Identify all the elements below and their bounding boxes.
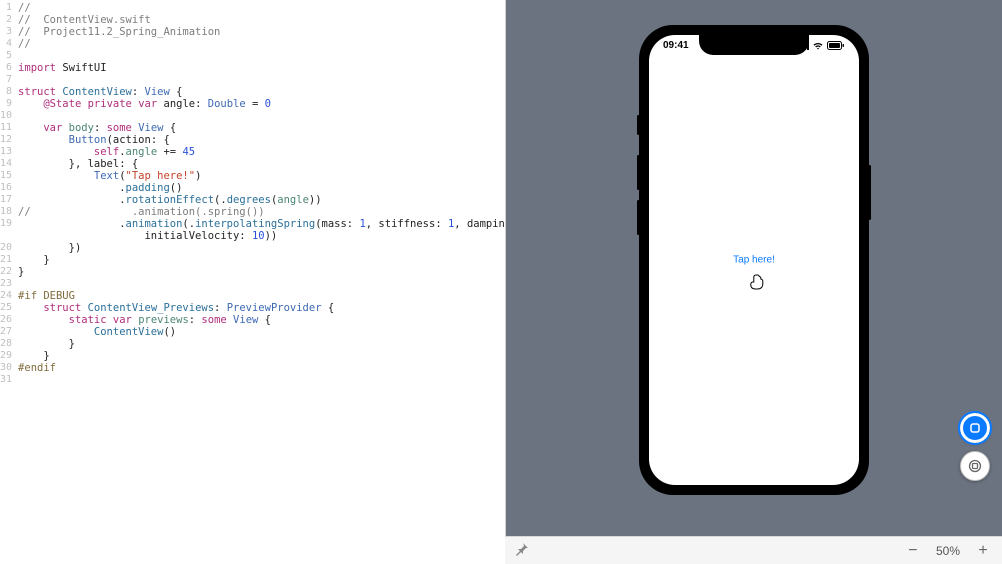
preview-canvas[interactable]: 09:41 Tap here! bbox=[506, 0, 1002, 536]
zoom-out-button[interactable]: − bbox=[904, 542, 922, 560]
line-number-gutter: 1234567891011121314151617181920212223242… bbox=[0, 2, 18, 564]
device-settings-button[interactable] bbox=[960, 451, 990, 481]
wifi-icon bbox=[812, 41, 824, 50]
device-screen: 09:41 Tap here! bbox=[649, 35, 859, 485]
tap-here-button[interactable]: Tap here! bbox=[733, 255, 775, 266]
zoom-in-button[interactable]: + bbox=[974, 542, 992, 560]
battery-icon bbox=[827, 41, 845, 50]
status-time: 09:41 bbox=[663, 40, 689, 51]
preview-pane: 09:41 Tap here! bbox=[505, 0, 1002, 564]
zoom-level[interactable]: 50% bbox=[936, 544, 960, 558]
cursor-icon bbox=[750, 274, 764, 294]
code-editor[interactable]: 1234567891011121314151617181920212223242… bbox=[0, 0, 505, 564]
device-frame: 09:41 Tap here! bbox=[639, 25, 869, 495]
live-preview-button[interactable] bbox=[960, 413, 990, 443]
pin-icon[interactable] bbox=[515, 542, 529, 559]
device-notch bbox=[699, 35, 809, 55]
preview-toolbar: − 50% + bbox=[505, 536, 1002, 564]
code-content[interactable]: //// ContentView.swift// Project11.2_Spr… bbox=[18, 2, 549, 564]
